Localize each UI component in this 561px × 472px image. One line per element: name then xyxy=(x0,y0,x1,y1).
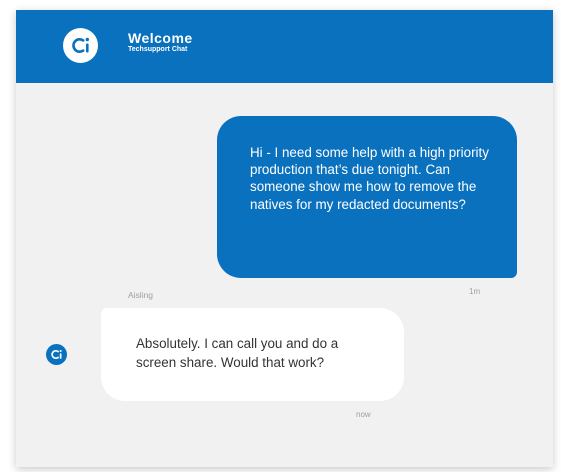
ci-avatar-icon xyxy=(46,344,67,365)
incoming-message-text: Absolutely. I can call you and do a scre… xyxy=(136,336,339,370)
page: Welcome Techsupport Chat Hi - I need som… xyxy=(0,0,561,472)
header-title: Welcome xyxy=(128,30,193,46)
incoming-message-bubble: Absolutely. I can call you and do a scre… xyxy=(101,308,404,401)
ci-logo-icon xyxy=(63,28,98,63)
header-subtitle: Techsupport Chat xyxy=(128,46,188,53)
outgoing-message-bubble: Hi - I need some help with a high priori… xyxy=(217,116,517,278)
incoming-message-time: now xyxy=(356,410,371,419)
sender-name: Aisling xyxy=(128,290,154,300)
chat-header: Welcome Techsupport Chat xyxy=(16,10,553,83)
outgoing-message-time: 1m xyxy=(469,287,481,296)
outgoing-message-text: Hi - I need some help with a high priori… xyxy=(250,145,489,212)
chat-window: Welcome Techsupport Chat Hi - I need som… xyxy=(16,10,553,467)
